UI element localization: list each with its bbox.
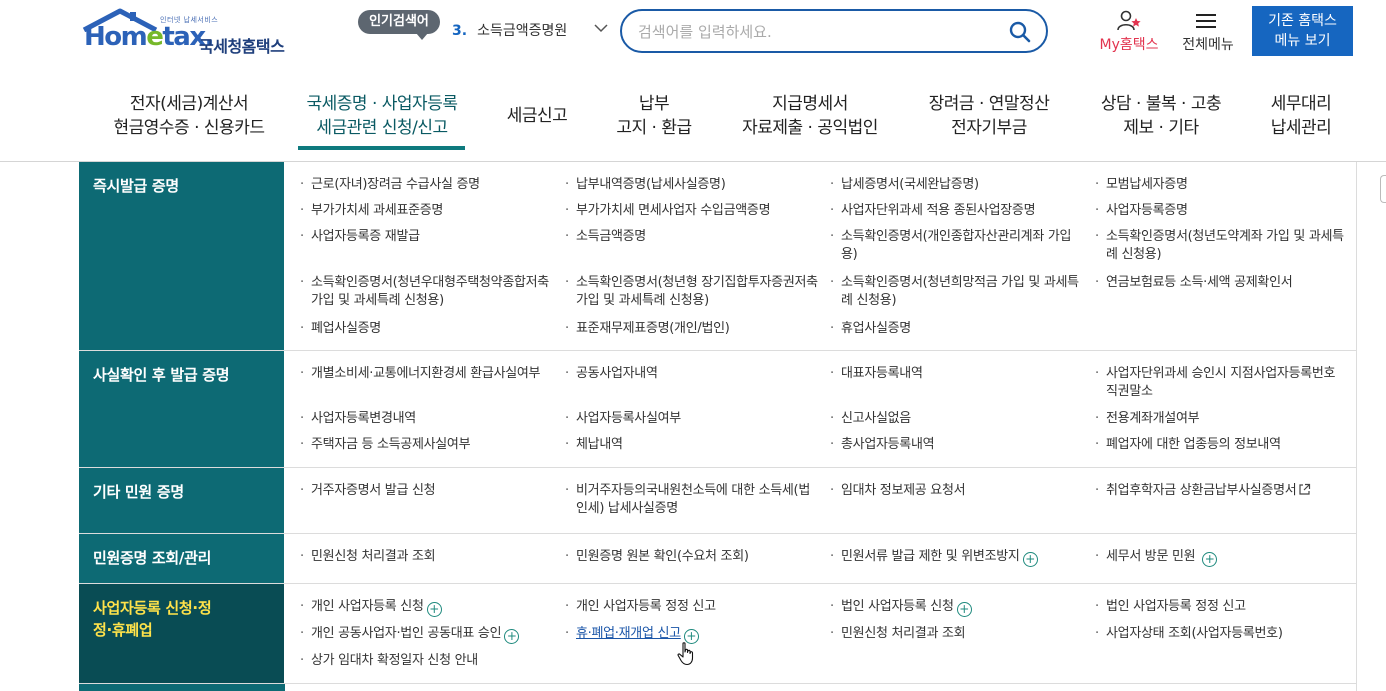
menu-link[interactable]: 사업자단위과세 적용 종된사업장증명 [827, 202, 1083, 220]
logo-wordmark: Hometax. [84, 22, 214, 52]
menu-link[interactable]: 개별소비세·교통에너지환경세 환급사실여부 [297, 365, 553, 383]
plus-circle-icon[interactable]: + [504, 629, 520, 644]
nav-incentives-yearend[interactable]: 장려금 · 연말정산 전자기부금 [918, 92, 1060, 140]
section-title: 사실확인 후 발급 증명 [79, 351, 284, 467]
menu-link[interactable]: 근로(자녀)장려금 수급사실 증명 [297, 176, 553, 194]
menu-link[interactable]: 법인 사업자등록 정정 신고 [1092, 598, 1348, 616]
menu-link[interactable]: 소득확인증명서(청년도약계좌 가입 및 과세특례 신청용) [1092, 228, 1354, 264]
popular-search-badge: 인기검색어 [358, 10, 440, 40]
menu-link[interactable]: 민원증명 원본 확인(수요처 조회) [562, 548, 818, 566]
section-title: 기타 민원 증명 [79, 468, 284, 533]
section-title: 사업자등록 신청·정정·휴폐업 [79, 584, 284, 683]
menu-link[interactable]: 개인 공동사업자·법인 공동대표 승인+ [297, 625, 559, 644]
menu-link[interactable]: 공동사업자내역 [562, 365, 818, 383]
plus-circle-icon[interactable]: + [956, 602, 972, 617]
menu-link[interactable]: 사업자등록증명 [1092, 202, 1348, 220]
plus-circle-icon[interactable]: + [1022, 552, 1038, 567]
menu-link[interactable]: 대표자등록내역 [827, 365, 1083, 383]
plus-circle-icon[interactable]: + [426, 602, 442, 617]
plus-circle-icon[interactable]: + [1202, 552, 1218, 567]
menu-link[interactable]: 개인 사업자등록 신청+ [297, 598, 553, 617]
menu-link[interactable]: 비거주자등의국내원천소득에 대한 소득세(법인세) 납세사실증명 [562, 482, 818, 518]
section-business-registration: 사업자등록 신청·정정·휴폐업 개인 사업자등록 신청+ 개인 사업자등록 정정… [79, 584, 1357, 684]
menu-link[interactable]: 취업후학자금 상환금납부사실증명서 [1092, 482, 1354, 500]
logo-korean-name: 국세청홈택스 [199, 37, 285, 56]
menu-link[interactable]: 사업자등록증 재발급 [297, 228, 553, 246]
active-tab-indicator [298, 146, 465, 150]
my-hometax-button[interactable]: My홈택스 [1094, 10, 1164, 56]
menu-link[interactable]: 소득확인증명서(청년희망적금 가입 및 과세특례 신청용) [827, 274, 1083, 310]
menu-link[interactable]: 표준재무제표증명(개인/법인) [562, 320, 818, 338]
menu-link[interactable]: 신고사실없음 [827, 410, 1083, 428]
menu-link[interactable]: 법인 사업자등록 신청+ [827, 598, 1083, 617]
menu-link[interactable]: 소득확인증명서(개인종합자산관리계좌 가입용) [827, 228, 1081, 264]
section-verified-certificates: 사실확인 후 발급 증명 개별소비세·교통에너지환경세 환급사실여부 공동사업자… [79, 351, 1357, 468]
menu-link[interactable]: 소득금액증명 [562, 228, 818, 246]
hamburger-menu-icon [1196, 14, 1216, 28]
section-title: 민원증명 조회/관리 [79, 534, 284, 583]
external-link-icon [1299, 483, 1311, 495]
menu-link[interactable]: 총사업자등록내역 [827, 436, 1083, 454]
all-menu-button[interactable]: 전체메뉴 [1176, 10, 1240, 56]
menu-link[interactable]: 민원신청 처리결과 조회 [827, 625, 1083, 643]
menu-link[interactable]: 납부내역증명(납세사실증명) [562, 176, 818, 194]
nav-tax-filing[interactable]: 세금신고 [500, 104, 574, 128]
menu-link[interactable]: 부가가치세 과세표준증명 [297, 202, 553, 220]
section-other-certificates: 기타 민원 증명 거주자증명서 발급 신청 비거주자등의국내원천소득에 대한 소… [79, 468, 1357, 534]
nav-tax-agent[interactable]: 세무대리 납세관리 [1262, 92, 1340, 140]
nav-payment-refund[interactable]: 납부 고지 · 환급 [606, 92, 702, 140]
menu-link[interactable]: 폐업자에 대한 업종등의 정보내역 [1092, 436, 1348, 454]
menu-link[interactable]: 거주자증명서 발급 신청 [297, 482, 553, 500]
search-box [620, 9, 1048, 53]
chevron-down-icon[interactable] [594, 23, 608, 33]
menu-link[interactable]: 상가 임대차 확정일자 신청 안내 [297, 652, 553, 670]
old-hometax-menu-button[interactable]: 기존 홈택스 메뉴 보기 [1252, 6, 1353, 56]
menu-link[interactable]: 사업자단위과세 승인시 지점사업자등록번호 직권말소 [1092, 365, 1348, 401]
menu-link[interactable]: 부가가치세 면세사업자 수입금액증명 [562, 202, 818, 220]
menu-link[interactable]: 세무서 방문 민원 + [1092, 548, 1348, 567]
section-inquiry-management: 민원증명 조회/관리 민원신청 처리결과 조회 민원증명 원본 확인(수요처 조… [79, 534, 1357, 584]
menu-link[interactable]: 휴업사실증명 [827, 320, 1083, 338]
menu-link[interactable]: 폐업사실증명 [297, 320, 553, 338]
side-panel-handle[interactable] [1380, 175, 1386, 203]
nav-consultation-appeals[interactable]: 상담 · 불복 · 고충 제보 · 기타 [1090, 92, 1232, 140]
main-navigation: 전자(세금)계산서 현금영수증 · 신용카드 국세증명 · 사업자등록 세금관련 신… [0, 68, 1386, 162]
search-icon[interactable] [1008, 20, 1032, 44]
search-input[interactable] [638, 21, 998, 43]
menu-link[interactable]: 주택자금 등 소득공제사실여부 [297, 436, 553, 454]
next-section-header [79, 684, 285, 691]
menu-link[interactable]: 민원서류 발급 제한 및 위변조방지+ [827, 548, 1089, 567]
menu-link[interactable]: 연금보험료등 소득·세액 공제확인서 [1092, 274, 1348, 292]
submenu-table: 즉시발급 증명 근로(자녀)장려금 수급사실 증명 납부내역증명(납세사실증명)… [79, 162, 1357, 691]
section-title: 즉시발급 증명 [79, 162, 284, 350]
menu-link[interactable]: 임대차 정보제공 요청서 [827, 482, 1083, 500]
menu-link[interactable]: 사업자상태 조회(사업자등록번호) [1092, 625, 1354, 643]
menu-link[interactable]: 소득확인증명서(청년형 장기집합투자증권저축 가입 및 과세특례 신청용) [562, 274, 818, 310]
menu-link[interactable]: 전용계좌개설여부 [1092, 410, 1348, 428]
user-star-icon [1117, 10, 1141, 31]
menu-link[interactable]: 소득확인증명서(청년우대형주택청약종합저축 가입 및 과세특례 신청용) [297, 274, 553, 310]
top-header: 인터넷 납세서비스 Hometax. 국세청홈택스 인기검색어 3. 소득금액증명… [0, 0, 1386, 68]
menu-link[interactable]: 모범납세자증명 [1092, 176, 1348, 194]
hometax-logo[interactable]: 인터넷 납세서비스 Hometax. 국세청홈택스 [80, 8, 295, 56]
hand-pointer-cursor-icon [677, 642, 694, 666]
nav-certificates-registration[interactable]: 국세증명 · 사업자등록 세금관련 신청/신고 [296, 92, 468, 140]
section-instant-certificates: 즉시발급 증명 근로(자녀)장려금 수급사실 증명 납부내역증명(납세사실증명)… [79, 162, 1357, 351]
menu-link[interactable]: 민원신청 처리결과 조회 [297, 548, 553, 566]
popular-search-term[interactable]: 3. 소득금액증명원 [452, 20, 567, 40]
nav-e-invoice[interactable]: 전자(세금)계산서 현금영수증 · 신용카드 [98, 92, 280, 140]
menu-link[interactable]: 납세증명서(국세완납증명) [827, 176, 1083, 194]
menu-link[interactable]: 개인 사업자등록 정정 신고 [562, 598, 818, 616]
menu-link[interactable]: 사업자등록변경내역 [297, 410, 553, 428]
menu-link[interactable]: 체납내역 [562, 436, 818, 454]
menu-link[interactable]: 사업자등록사실여부 [562, 410, 818, 428]
nav-payment-statements[interactable]: 지급명세서 자료제출 · 공익법인 [730, 92, 890, 140]
